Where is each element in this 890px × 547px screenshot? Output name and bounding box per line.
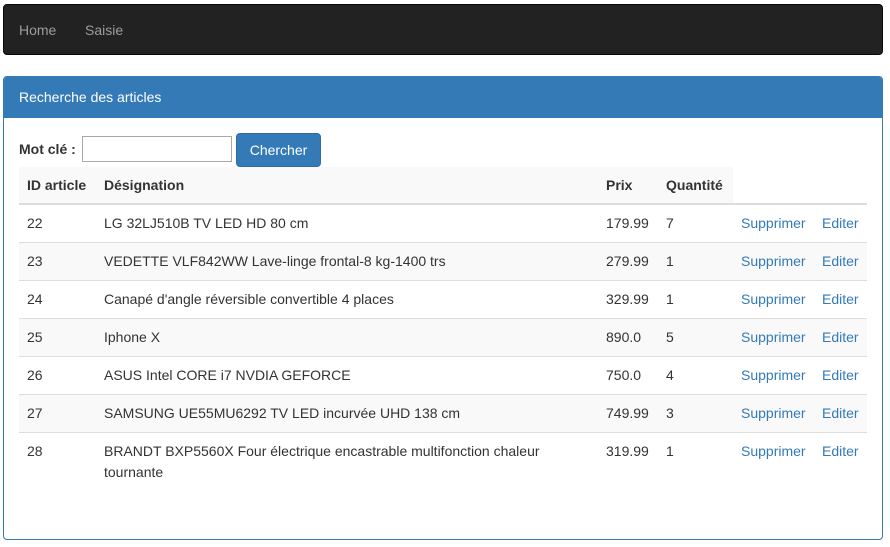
cell-id: 22 (27, 215, 43, 231)
cell-designation: LG 32LJ510B TV LED HD 80 cm (104, 215, 309, 231)
cell-prix: 749.99 (598, 394, 658, 433)
keyword-input[interactable] (82, 136, 232, 162)
cell-quantite: 1 (658, 280, 733, 319)
nav-home-link[interactable]: Home (19, 5, 56, 56)
table-header-row: ID article Désignation Prix Quantité (19, 167, 867, 204)
edit-link[interactable]: Editer (822, 367, 859, 383)
header-quantite: Quantité (658, 167, 733, 204)
nav-saisie-link[interactable]: Saisie (85, 5, 123, 56)
cell-prix: 279.99 (598, 242, 658, 281)
cell-id: 28 (19, 432, 96, 491)
keyword-label: Mot clé : (19, 141, 76, 157)
cell-designation: Iphone X (96, 318, 598, 357)
top-navbar: Home Saisie (3, 4, 883, 55)
edit-link[interactable]: Editer (822, 329, 859, 345)
cell-quantite: 1 (658, 242, 733, 281)
table-row: 25 Iphone X 890.0 5 Supprimer Editer (19, 318, 867, 357)
cell-prix: 329.99 (598, 280, 658, 319)
cell-prix: 179.99 (606, 215, 649, 231)
cell-id: 25 (19, 318, 96, 357)
cell-designation: VEDETTE VLF842WW Lave-linge frontal-8 kg… (96, 242, 598, 281)
delete-link[interactable]: Supprimer (741, 215, 806, 231)
delete-link[interactable]: Supprimer (741, 291, 806, 307)
cell-prix: 890.0 (598, 318, 658, 357)
delete-link[interactable]: Supprimer (741, 443, 806, 459)
table-row: 23 VEDETTE VLF842WW Lave-linge frontal-8… (19, 242, 867, 281)
header-prix: Prix (598, 167, 658, 204)
table-row: 27 SAMSUNG UE55MU6292 TV LED incurvée UH… (19, 394, 867, 433)
header-empty (733, 167, 814, 204)
cell-quantite: 5 (658, 318, 733, 357)
cell-id: 26 (19, 356, 96, 395)
table-row: 28 BRANDT BXP5560X Four électrique encas… (19, 432, 867, 491)
header-designation: Désignation (96, 167, 598, 204)
edit-link[interactable]: Editer (822, 291, 859, 307)
delete-link[interactable]: Supprimer (741, 367, 806, 383)
cell-designation: ASUS Intel CORE i7 NVDIA GEFORCE (96, 356, 598, 395)
search-panel: Recherche des articles Mot clé : Cherche… (3, 76, 883, 540)
cell-id: 23 (19, 242, 96, 281)
delete-link[interactable]: Supprimer (741, 329, 806, 345)
cell-id: 27 (19, 394, 96, 433)
cell-quantite: 1 (658, 432, 733, 491)
search-button[interactable]: Chercher (236, 133, 321, 167)
edit-link[interactable]: Editer (822, 253, 859, 269)
header-empty (814, 167, 867, 204)
cell-quantite: 4 (658, 356, 733, 395)
cell-designation: Canapé d'angle réversible convertible 4 … (96, 280, 598, 319)
cell-id: 24 (19, 280, 96, 319)
table-row: 22 LG 32LJ510B TV LED HD 80 cm 179.99 7 … (19, 204, 867, 243)
table-row: 24 Canapé d'angle réversible convertible… (19, 280, 867, 319)
panel-title: Recherche des articles (4, 77, 882, 118)
cell-designation: SAMSUNG UE55MU6292 TV LED incurvée UHD 1… (96, 394, 598, 433)
cell-quantite: 7 (666, 215, 674, 231)
delete-link[interactable]: Supprimer (741, 405, 806, 421)
cell-designation: BRANDT BXP5560X Four électrique encastra… (96, 432, 598, 491)
header-id: ID article (19, 167, 96, 204)
articles-table: ID article Désignation Prix Quantité 22 … (19, 167, 867, 491)
edit-link[interactable]: Editer (822, 405, 859, 421)
table-row: 26 ASUS Intel CORE i7 NVDIA GEFORCE 750.… (19, 356, 867, 395)
cell-quantite: 3 (658, 394, 733, 433)
cell-prix: 750.0 (598, 356, 658, 395)
cell-prix: 319.99 (598, 432, 658, 491)
delete-link[interactable]: Supprimer (741, 253, 806, 269)
edit-link[interactable]: Editer (822, 443, 859, 459)
edit-link[interactable]: Editer (822, 215, 859, 231)
